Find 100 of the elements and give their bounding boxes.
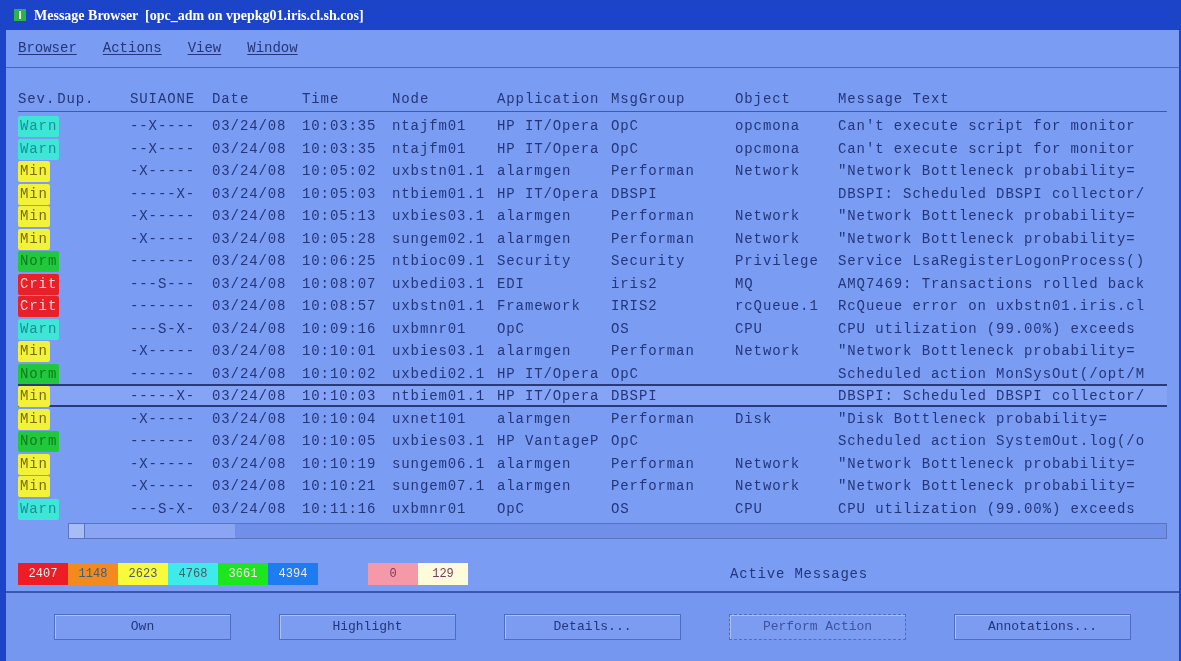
table-cell-text: ---S--- <box>130 274 197 294</box>
table-cell-text: DBSPI: Scheduled DBSPI collector/ <box>838 184 1146 204</box>
table-cell-text: Network <box>735 342 802 361</box>
message-row[interactable]: Crit ---S--- 03/24/08 10:08:07 uxbedi03.1 EDI iris2 MQ AMQ7469: Transactions rolled back <box>18 271 1167 294</box>
column-header[interactable]: Sev. <box>18 89 56 110</box>
table-cell-text: -X----- <box>130 409 197 429</box>
message-row[interactable]: Min -X----- 03/24/08 10:10:04 uxnet101 alarmgen Performan Disk "Disk Bottleneck probability= <box>18 406 1167 429</box>
table-cell-text: 03/24/08 <box>212 432 288 451</box>
table-cell-text: 10:05:02 <box>302 162 378 181</box>
table-cell-text: -X----- <box>130 342 197 361</box>
action-button[interactable]: Own <box>54 614 231 640</box>
table-cell-text: OS <box>611 499 631 519</box>
message-row[interactable]: Warn ---S-X- 03/24/08 10:09:16 uxbmnr01 OpC OS CPU CPU utilization (99.00%) exceeds <box>18 316 1167 339</box>
table-cell-text: Scheduled action MonSysOut(/opt/M <box>838 364 1146 384</box>
app-icon <box>14 9 26 21</box>
column-header[interactable]: Time <box>302 89 392 110</box>
table-cell-text: sungem02.1 <box>392 229 486 249</box>
table-cell-text: 10:09:16 <box>302 319 378 339</box>
menu-item[interactable]: Actions <box>102 38 162 59</box>
table-cell-text: -X----- <box>130 162 197 181</box>
column-header[interactable]: Node <box>392 89 497 110</box>
table-cell-text: 10:08:57 <box>302 297 378 316</box>
table-cell-text: -X----- <box>130 229 197 249</box>
table-cell-text: ntajfm01 <box>392 139 468 159</box>
table-cell-text: DBSPI: Scheduled DBSPI collector/ <box>838 387 1146 406</box>
table-cell-text: 10:10:03 <box>302 387 378 406</box>
message-row[interactable]: Min -X----- 03/24/08 10:05:13 uxbies03.1 alarmgen Performan Network "Network Bottleneck probability= <box>18 204 1167 227</box>
message-row[interactable]: Min -X----- 03/24/08 10:05:02 uxbstn01.1 alarmgen Performan Network "Network Bottleneck probability= <box>18 159 1167 182</box>
severity-label: Norm <box>18 363 60 385</box>
message-row[interactable]: Warn --X---- 03/24/08 10:03:35 ntajfm01 HP IT/Opera OpC opcmona Can't execute script for monitor <box>18 136 1167 159</box>
table-cell-text: 03/24/08 <box>212 319 288 339</box>
table-cell-text: Framework <box>497 297 582 316</box>
column-header[interactable]: Object <box>735 89 838 110</box>
column-header[interactable]: Date <box>212 89 302 110</box>
table-cell-text: rcQueue.1 <box>735 297 820 316</box>
table-cell-text: 10:08:07 <box>302 274 378 294</box>
table-cell-text: Performan <box>611 207 696 226</box>
table-cell-text: 10:03:35 <box>302 117 378 136</box>
message-row[interactable]: Min -X----- 03/24/08 10:10:01 uxbies03.1 alarmgen Performan Network "Network Bottleneck probability= <box>18 339 1167 362</box>
message-row[interactable]: Warn ---S-X- 03/24/08 10:11:16 uxbmnr01 OpC OS CPU CPU utilization (99.00%) exceeds <box>18 496 1167 519</box>
table-cell-text: Network <box>735 454 802 474</box>
severity-label: Crit <box>18 273 60 295</box>
message-row[interactable]: Norm ------- 03/24/08 10:06:25 ntbioc09.1 Security Security Privilege Service LsaRegisterLogonProcess() <box>18 249 1167 272</box>
column-header[interactable]: MsgGroup <box>611 89 735 110</box>
table-cell-text: 03/24/08 <box>212 499 288 519</box>
table-cell-text: uxbies03.1 <box>392 432 486 451</box>
message-row[interactable]: Crit ------- 03/24/08 10:08:57 uxbstn01.1 Framework IRIS2 rcQueue.1 RcQueue error on uxbstn01.iris.cl <box>18 294 1167 317</box>
table-cell-text: Security <box>611 252 687 271</box>
severity-label: Min <box>18 206 50 227</box>
severity-counter: 4394 <box>268 563 318 585</box>
message-row[interactable]: Min -----X- 03/24/08 10:05:03 ntbiem01.1 HP IT/Opera DBSPI DBSPI: Scheduled DBSPI collector/ <box>18 181 1167 204</box>
table-cell-text: 03/24/08 <box>212 454 288 474</box>
message-row[interactable]: Min -X----- 03/24/08 10:05:28 sungem02.1 alarmgen Performan Network "Network Bottleneck probability= <box>18 226 1167 249</box>
table-cell-text: HP IT/Opera <box>497 387 601 406</box>
table-cell-text: opcmona <box>735 117 802 136</box>
table-cell-text: 10:06:25 <box>302 252 378 271</box>
column-header[interactable]: Dup. <box>57 89 95 110</box>
message-row[interactable]: Norm ------- 03/24/08 10:10:05 uxbies03.1 HP VantageP OpC Scheduled action SystemOut.log(/o <box>18 429 1167 452</box>
severity-counter: 2407 <box>18 563 68 585</box>
severity-label: Norm <box>18 251 60 272</box>
table-cell-text: ntbiem01.1 <box>392 387 486 406</box>
message-row[interactable]: Min -X----- 03/24/08 10:10:21 sungem07.1 alarmgen Performan Network "Network Bottleneck probability= <box>18 474 1167 497</box>
table-cell-text: 10:11:16 <box>302 499 378 519</box>
menu-item[interactable]: Browser <box>18 38 77 59</box>
table-cell-text: alarmgen <box>497 477 573 496</box>
action-button[interactable]: Details... <box>504 614 681 640</box>
table-cell-text: --X---- <box>130 139 197 159</box>
menu-item[interactable]: Window <box>247 38 298 59</box>
message-row[interactable]: Min -----X- 03/24/08 10:10:03 ntbiem01.1 HP IT/Opera DBSPI DBSPI: Scheduled DBSPI collector/ <box>18 384 1167 407</box>
table-cell-text: HP IT/Opera <box>497 117 601 136</box>
action-button[interactable]: Highlight <box>279 614 456 640</box>
menu-item[interactable]: View <box>187 38 222 59</box>
severity-label: Crit <box>18 296 60 317</box>
severity-counter: 2623 <box>118 563 168 585</box>
table-cell-text: 03/24/08 <box>212 229 288 249</box>
column-header[interactable]: SUIAONE <box>130 89 212 110</box>
message-row[interactable]: Warn --X---- 03/24/08 10:03:35 ntajfm01 HP IT/Opera OpC opcmona Can't execute script for monitor <box>18 114 1167 137</box>
message-counter: 0 <box>368 563 418 585</box>
table-cell-text: Network <box>735 207 802 226</box>
table-cell-text: opcmona <box>735 139 802 159</box>
table-cell-text: RcQueue error on uxbstn01.iris.cl <box>838 297 1146 316</box>
severity-label: Min <box>18 183 50 205</box>
table-cell-text: HP IT/Opera <box>497 139 601 159</box>
table-cell-text: CPU utilization (99.00%) exceeds <box>838 319 1137 339</box>
message-row[interactable]: Norm ------- 03/24/08 10:10:02 uxbedi02.1 HP IT/Opera OpC Scheduled action MonSysOut(/opt/M <box>18 361 1167 384</box>
table-cell-text: Network <box>735 162 802 181</box>
table-cell-text: ntajfm01 <box>392 117 468 136</box>
table-cell-text: uxbedi03.1 <box>392 274 486 294</box>
horizontal-scrollbar[interactable] <box>68 523 1167 539</box>
table-cell-text: EDI <box>497 274 526 294</box>
table-cell-text: 03/24/08 <box>212 139 288 159</box>
column-header[interactable]: Message Text <box>838 89 1167 110</box>
table-cell-text: "Network Bottleneck probability= <box>838 207 1137 226</box>
table-cell-text: uxbedi02.1 <box>392 364 486 384</box>
table-cell-text: "Disk Bottleneck probability= <box>838 409 1109 429</box>
action-button[interactable]: Annotations... <box>954 614 1131 640</box>
column-header[interactable]: Application <box>497 89 611 110</box>
scrollbar-thumb[interactable] <box>235 524 1166 538</box>
message-row[interactable]: Min -X----- 03/24/08 10:10:19 sungem06.1 alarmgen Performan Network "Network Bottleneck probability= <box>18 451 1167 474</box>
table-cell-text: -X----- <box>130 454 197 474</box>
